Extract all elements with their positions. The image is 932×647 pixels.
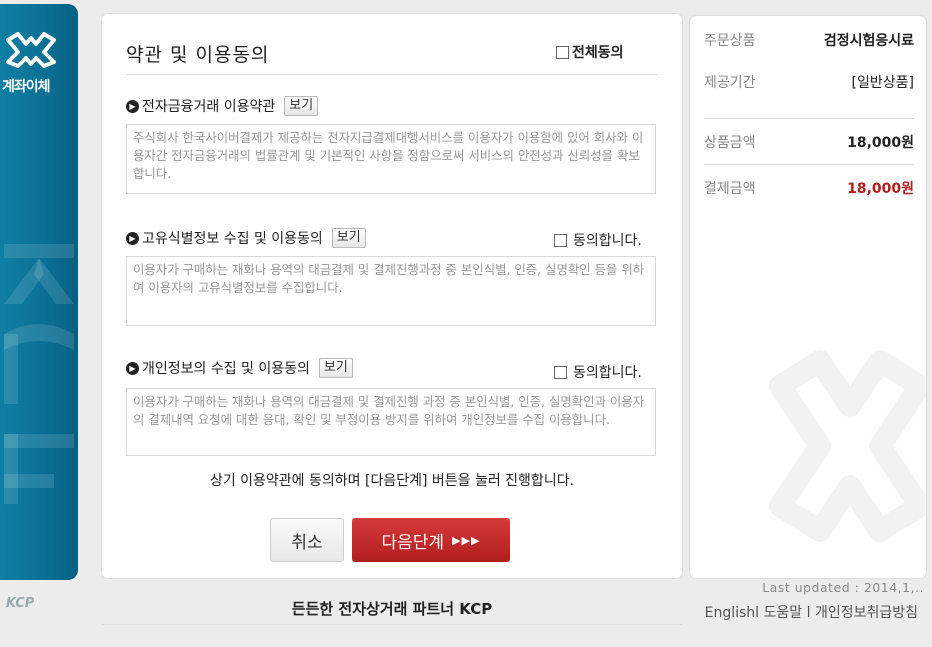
cancel-button[interactable]: 취소	[270, 518, 344, 562]
summary-label: 결제금액	[704, 181, 756, 197]
summary-value: 검정시험응시료	[823, 33, 914, 49]
view-terms-button[interactable]: 보기	[318, 358, 353, 378]
section-title: 개인정보의 수집 및 이용동의	[142, 361, 310, 377]
kcp-emblem-icon	[6, 32, 56, 68]
arrow-bullet-icon: ▶	[126, 361, 139, 375]
next-step-label: 다음단계	[381, 532, 445, 553]
terms-text-box[interactable]: 이용자가 구매하는 재화나 용역의 대금결제 및 결제진행과정 중 본인식별, …	[126, 256, 656, 326]
page-title: 약관 및 이용동의	[126, 44, 270, 66]
link-separator: l	[755, 605, 760, 621]
agree-label: 동의합니다.	[573, 233, 642, 249]
agree-label: 동의합니다.	[573, 365, 642, 381]
terms-text-box[interactable]: 주식회사 한국사이버결제가 제공하는 전자지급결제대행서비스를 이용자가 이용함…	[126, 124, 656, 194]
section-electronic-finance-header: ▶ 전자금융거래 이용약관 보기	[126, 96, 319, 116]
link-separator: l	[806, 605, 811, 621]
summary-row-price: 상품금액 18,000원	[704, 132, 914, 152]
arrow-bullet-icon: ▶	[126, 231, 139, 245]
agree-unique-id-checkbox[interactable]: 동의합니다.	[554, 230, 642, 250]
triple-arrow-icon: ▶▶▶	[452, 533, 481, 547]
checkbox-box[interactable]	[554, 233, 567, 247]
summary-label: 제공기간	[704, 75, 756, 91]
checkbox-box[interactable]	[554, 365, 567, 379]
summary-row-total: 결제금액 18,000원	[704, 178, 914, 198]
section-unique-id-header: ▶ 고유식별정보 수집 및 이용동의 보기	[126, 228, 366, 248]
link-privacy-policy[interactable]: 개인정보취급방침	[815, 605, 918, 621]
kcp-watermark	[4, 244, 74, 504]
section-personal-info-header: ▶ 개인정보의 수집 및 이용동의 보기	[126, 358, 353, 378]
terms-text-box[interactable]: 이용자가 구매하는 재화나 용역의 대금결제 및 결제진행 과정 중 본인식별,…	[126, 388, 656, 456]
payment-method-label: 계좌이체	[2, 79, 51, 95]
terms-panel: 약관 및 이용동의 전체동의 ▶ 전자금융거래 이용약관 보기 주식회사 한국사…	[102, 14, 682, 578]
checkbox-box[interactable]	[556, 45, 569, 59]
section-title: 전자금융거래 이용약관	[142, 99, 276, 115]
footer-links: Englishl 도움말 l 개인정보취급방침	[705, 602, 918, 622]
next-step-button[interactable]: 다음단계 ▶▶▶	[352, 518, 510, 562]
divider	[102, 624, 682, 625]
agreement-notice: 상기 이용약관에 동의하며 [다음단계] 버튼을 눌러 진행합니다.	[209, 473, 575, 489]
summary-label: 상품금액	[704, 135, 756, 151]
divider	[126, 74, 658, 75]
arrow-bullet-icon: ▶	[126, 99, 139, 113]
summary-label: 주문상품	[704, 33, 756, 49]
agree-all-label: 전체동의	[572, 45, 624, 61]
footer-tagline: 든든한 전자상거래 파트너 KCP	[291, 600, 493, 618]
payment-method-sidebar: 계좌이체	[0, 4, 78, 580]
agree-all-checkbox[interactable]: 전체동의	[556, 42, 624, 62]
kcp-emblem-watermark	[769, 350, 926, 542]
summary-row-period: 제공기간 [일반상품]	[704, 72, 914, 92]
view-terms-button[interactable]: 보기	[331, 228, 366, 248]
summary-total-value: 18,000원	[847, 181, 914, 197]
last-updated-text: Last updated : 2014,1,..	[762, 580, 924, 595]
kcp-bottom-logo: KCP	[6, 596, 35, 611]
summary-value: 18,000원	[847, 135, 914, 151]
view-terms-button[interactable]: 보기	[284, 96, 319, 116]
link-help[interactable]: 도움말	[764, 605, 803, 621]
summary-value: [일반상품]	[851, 75, 914, 91]
section-title: 고유식별정보 수집 및 이용동의	[142, 231, 323, 247]
order-summary-panel: 주문상품 검정시험응시료 제공기간 [일반상품] 상품금액 18,000원 결제…	[690, 16, 926, 578]
agree-personal-info-checkbox[interactable]: 동의합니다.	[554, 362, 642, 382]
summary-row-product: 주문상품 검정시험응시료	[704, 30, 914, 50]
link-english[interactable]: English	[705, 605, 756, 621]
divider	[704, 118, 914, 119]
divider	[704, 164, 914, 165]
